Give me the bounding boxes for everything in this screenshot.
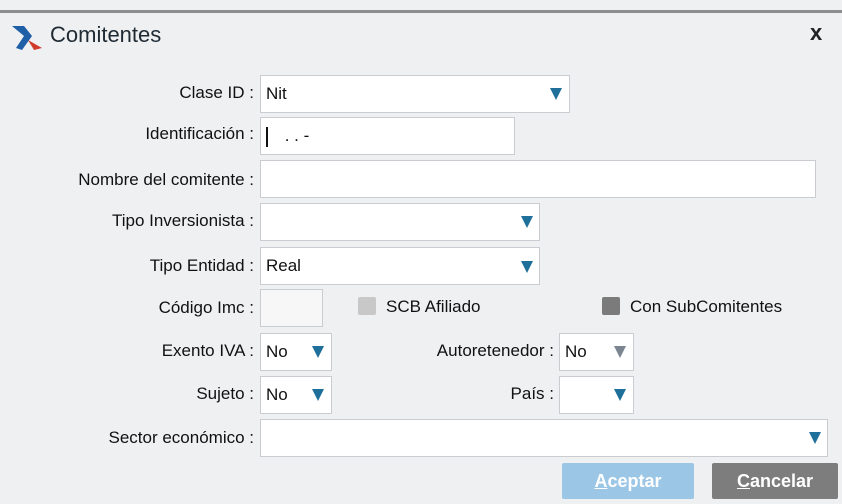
sujeto-chevron-down-icon[interactable]: [307, 383, 329, 407]
identificacion-input[interactable]: . . -: [260, 117, 515, 155]
tipo-entidad-chevron-down-icon[interactable]: [516, 255, 538, 279]
clase-id-label: Clase ID :: [179, 83, 254, 102]
clase-id-chevron-down-icon[interactable]: [545, 82, 567, 106]
codigo-imc-input[interactable]: [260, 289, 323, 327]
tipo-entidad-label: Tipo Entidad :: [149, 256, 254, 275]
comitentes-dialog: Comitentes x Clase ID : Nit Identificaci…: [0, 0, 842, 504]
identificacion-label: Identificación :: [145, 124, 254, 143]
cancelar-mnemonic: C: [736, 471, 750, 491]
pais-chevron-down-icon[interactable]: [609, 383, 631, 407]
tipo-entidad-value: Real: [266, 256, 301, 275]
scb-afiliado-label: SCB Afiliado: [386, 297, 481, 316]
window-title: Comitentes: [50, 22, 162, 47]
autoretenedor-chevron-down-icon[interactable]: [609, 340, 631, 364]
sujeto-label: Sujeto :: [196, 384, 254, 403]
clase-id-value: Nit: [266, 84, 287, 103]
tipo-entidad-select[interactable]: Real: [260, 247, 540, 285]
app-logo-icon: [12, 26, 42, 50]
aceptar-mnemonic: A: [594, 471, 608, 491]
sector-economico-select[interactable]: [260, 419, 828, 457]
close-button[interactable]: x: [810, 20, 822, 46]
tipo-inversionista-select[interactable]: [260, 203, 540, 241]
pais-label: País :: [510, 384, 554, 403]
sector-economico-chevron-down-icon[interactable]: [804, 426, 826, 450]
con-subcomitentes-checkbox[interactable]: [602, 297, 620, 315]
exento-iva-chevron-down-icon[interactable]: [307, 340, 329, 364]
tipo-inversionista-chevron-down-icon[interactable]: [516, 210, 538, 234]
aceptar-label: ceptar: [607, 471, 662, 491]
scb-afiliado-checkbox[interactable]: [358, 297, 376, 315]
nombre-input[interactable]: [260, 160, 816, 198]
cancelar-button[interactable]: Cancelar: [712, 463, 838, 499]
autoretenedor-value: No: [565, 342, 587, 361]
exento-iva-value: No: [266, 342, 288, 361]
con-subcomitentes-label: Con SubComitentes: [630, 297, 783, 316]
tipo-inversionista-label: Tipo Inversionista :: [111, 211, 254, 230]
clase-id-select[interactable]: Nit: [260, 75, 570, 113]
codigo-imc-label: Código Imc :: [158, 298, 254, 317]
sujeto-value: No: [266, 385, 288, 404]
aceptar-button[interactable]: Aceptar: [562, 463, 694, 499]
identificacion-value: . . -: [280, 126, 310, 145]
autoretenedor-label: Autoretenedor :: [436, 341, 554, 360]
nombre-label: Nombre del comitente :: [78, 170, 254, 189]
exento-iva-label: Exento IVA :: [161, 341, 254, 360]
sector-economico-label: Sector económico :: [108, 428, 254, 447]
cancelar-label: ancelar: [749, 471, 814, 491]
text-cursor: [266, 126, 268, 147]
